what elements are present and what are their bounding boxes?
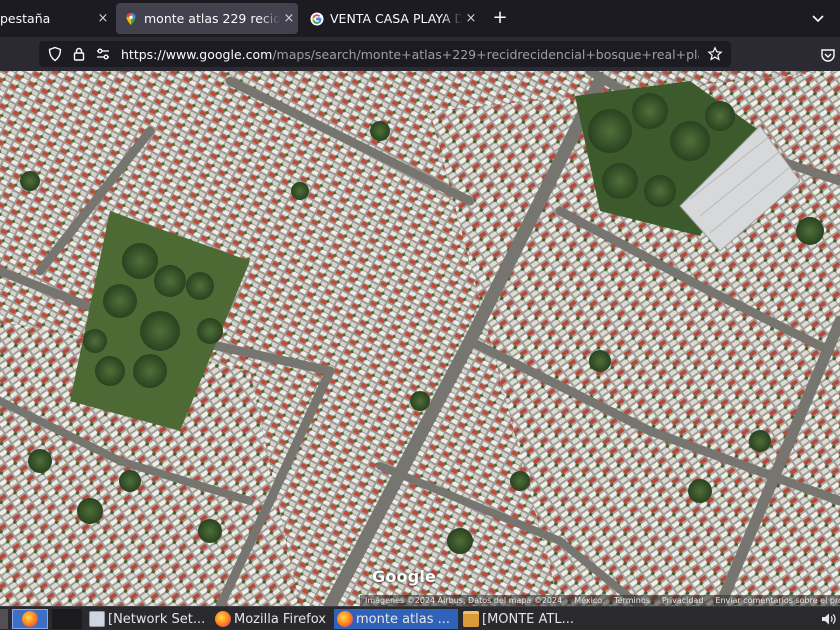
taskbar-item-monte-atlas[interactable]: monte atlas ...: [334, 609, 458, 629]
satellite-map[interactable]: Google: [0, 71, 840, 606]
map-attribution: Imágenes ©2024 Airbus, Datos del mapa ©2…: [360, 595, 840, 606]
google-g-icon: [310, 12, 324, 25]
country-link[interactable]: México: [574, 596, 602, 605]
permissions-icon[interactable]: [95, 46, 111, 62]
speaker-volume-icon[interactable]: [820, 610, 838, 628]
new-tab-button[interactable]: +: [490, 8, 510, 28]
taskbar-item-network-settings[interactable]: [Network Set...: [86, 609, 210, 629]
taskbar-separator: [52, 609, 82, 629]
firefox-icon: [215, 611, 231, 627]
close-tab-icon[interactable]: ×: [462, 11, 480, 26]
taskbar-handle[interactable]: [0, 609, 8, 629]
pocket-icon[interactable]: [820, 47, 836, 63]
lock-icon[interactable]: [71, 46, 87, 62]
tab-strip: pestaña × monte atlas 229 recidrecidenci…: [0, 0, 840, 37]
privacy-link[interactable]: Privacidad: [662, 596, 704, 605]
feedback-link[interactable]: Enviar comentarios sobre el producto: [715, 596, 840, 605]
google-maps-pin-icon: [126, 12, 136, 25]
screen: pestaña × monte atlas 229 recidrecidenci…: [0, 0, 840, 630]
taskbar: [Network Set... Mozilla Firefox monte at…: [0, 606, 840, 630]
url-host: https://www.google.com: [121, 46, 273, 62]
taskbar-item-label: monte atlas ...: [356, 611, 451, 627]
taskbar-item-label: [MONTE ATL...: [482, 611, 574, 627]
tab-venta-casa[interactable]: VENTA CASA PLAYA DEL CARMEN ×: [302, 3, 480, 34]
taskbar-item-monte-atlas-folder[interactable]: [MONTE ATL...: [460, 609, 582, 629]
url-bar[interactable]: https://www.google.com/maps/search/monte…: [39, 41, 731, 67]
firefox-icon: [337, 611, 353, 627]
navigation-bar: https://www.google.com/maps/search/monte…: [0, 37, 840, 71]
google-logo: Google: [372, 567, 437, 586]
tab-pestana[interactable]: pestaña ×: [0, 3, 112, 34]
close-tab-icon[interactable]: ×: [280, 11, 298, 26]
firefox-launcher[interactable]: [12, 609, 48, 629]
taskbar-item-mozilla-firefox[interactable]: Mozilla Firefox: [212, 609, 332, 629]
taskbar-item-label: Mozilla Firefox: [234, 611, 326, 627]
close-tab-icon[interactable]: ×: [94, 11, 112, 26]
tab-monte-atlas[interactable]: monte atlas 229 recidrecidencial ×: [116, 3, 298, 34]
imagery-credit: Imágenes ©2024 Airbus, Datos del mapa ©2…: [365, 596, 563, 605]
satellite-imagery: [0, 71, 840, 606]
terms-link[interactable]: Términos: [614, 596, 650, 605]
firefox-icon: [22, 611, 38, 627]
folder-icon: [463, 611, 479, 627]
taskbar-item-label: [Network Set...: [108, 611, 206, 627]
shield-icon[interactable]: [47, 46, 63, 62]
url-path: /maps/search/monte+atlas+229+recidrecide…: [272, 46, 699, 62]
network-window-icon: [89, 611, 105, 627]
chevron-down-icon[interactable]: [808, 9, 828, 29]
url-text[interactable]: https://www.google.com/maps/search/monte…: [121, 47, 699, 62]
bookmark-star-icon[interactable]: [707, 46, 723, 62]
